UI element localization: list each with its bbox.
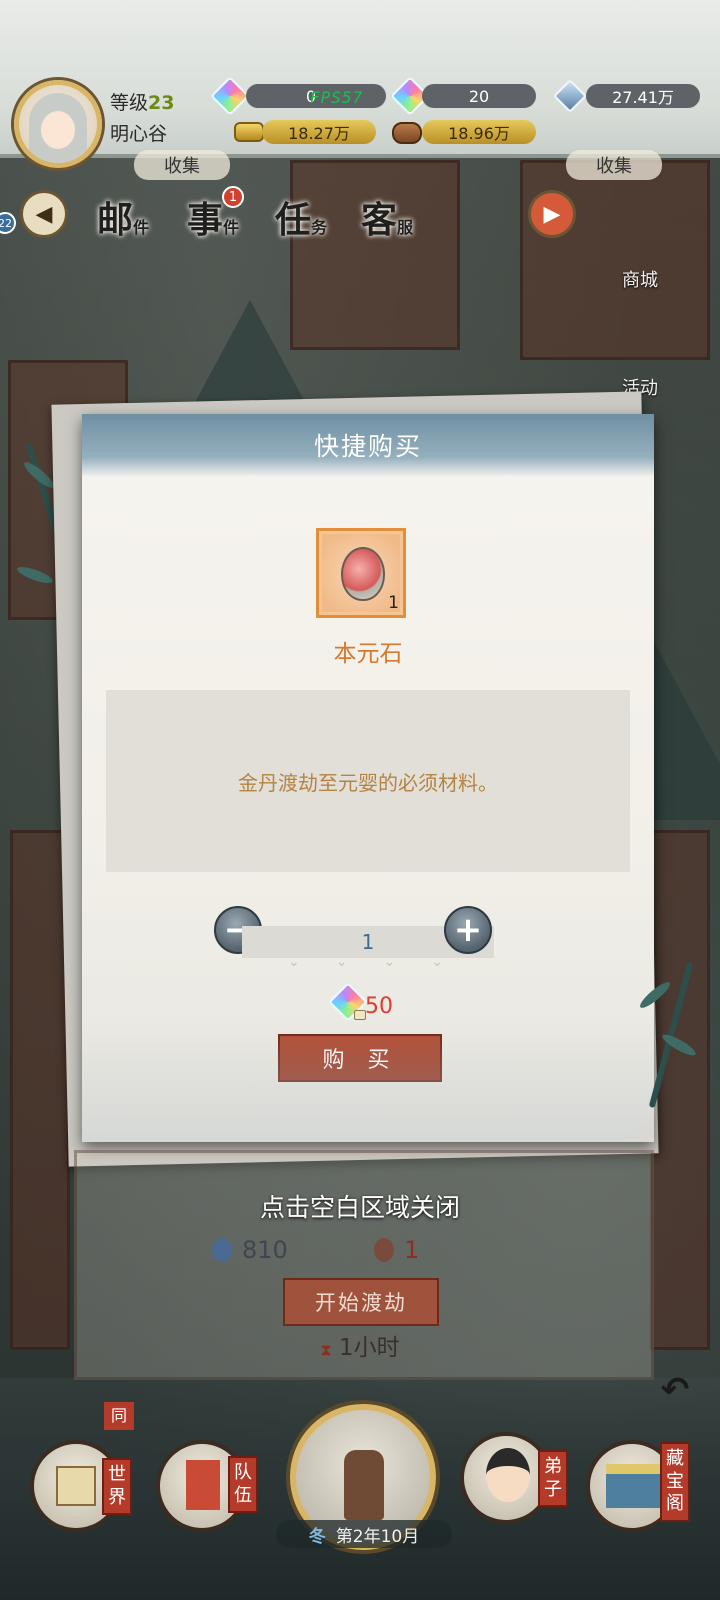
cost-crystal: 810 bbox=[212, 1236, 288, 1264]
plus-icon: + bbox=[453, 910, 483, 950]
quantity-plus-button[interactable]: + bbox=[444, 906, 492, 954]
scroll-map-icon bbox=[56, 1466, 96, 1506]
mail-main-glyph: 邮 bbox=[96, 199, 133, 241]
item-description: 金丹渡劫至元婴的必须材料。 bbox=[238, 770, 498, 795]
start-tribulation-button[interactable]: 开始渡劫 bbox=[283, 1278, 439, 1326]
scroll-left-button[interactable]: ◀ bbox=[20, 190, 68, 238]
item-description-box: 金丹渡劫至元婴的必须材料。 bbox=[106, 690, 630, 872]
duration-value: 1小时 bbox=[338, 1335, 400, 1361]
service-button[interactable]: 客服 bbox=[348, 184, 426, 250]
gold-value: 18.27万 bbox=[288, 124, 350, 143]
collect-tag-left[interactable]: 收集 bbox=[134, 150, 230, 180]
disciple-label: 弟子 bbox=[538, 1450, 568, 1507]
date-display: 冬 第2年10月 bbox=[276, 1520, 452, 1548]
item-slot-count: 1 bbox=[388, 593, 399, 613]
gem-icon bbox=[210, 76, 250, 116]
stone-cost-icon bbox=[374, 1238, 394, 1262]
wood-counter[interactable]: 18.96万 bbox=[422, 120, 536, 144]
player-avatar[interactable] bbox=[14, 80, 102, 168]
mail-button[interactable]: 邮件 bbox=[84, 184, 162, 250]
hourglass-icon: ⧗ bbox=[320, 1340, 332, 1359]
tasks-main-glyph: 任 bbox=[274, 199, 311, 241]
crystal-value: 27.41万 bbox=[612, 88, 674, 107]
tasks-button[interactable]: 任务 bbox=[262, 184, 340, 250]
events-main-glyph: 事 bbox=[186, 199, 223, 241]
tasks-sub-glyph: 务 bbox=[311, 218, 328, 237]
events-sub-glyph: 件 bbox=[223, 218, 240, 237]
chevron-left-icon: ◀ bbox=[35, 201, 53, 227]
item-slot[interactable]: 1 bbox=[316, 528, 406, 618]
origin-stone-icon bbox=[341, 547, 385, 601]
service-sub-glyph: 服 bbox=[397, 218, 414, 237]
level-prefix: 等级 bbox=[110, 92, 149, 114]
cost-stone: 1 bbox=[374, 1236, 419, 1264]
gold-counter[interactable]: 18.27万 bbox=[262, 120, 376, 144]
fps-overlay: FPS57 bbox=[310, 88, 364, 107]
winter-tree-icon bbox=[344, 1450, 384, 1520]
level-value: 23 bbox=[148, 92, 175, 114]
cost-crystal-value: 810 bbox=[242, 1236, 288, 1264]
quick-buy-modal: 快捷购买 1 本元石 金丹渡劫至元婴的必须材料。 − 1 + ⌄⌄⌄⌄ 50 购… bbox=[82, 414, 654, 1142]
top-status-bar: 等级23 明心谷 0 FPS57 20 27.41万 18.27万 18.96万 bbox=[0, 0, 720, 168]
wood-value: 18.96万 bbox=[448, 124, 510, 143]
paper-curl-decoration bbox=[626, 1114, 654, 1142]
crystal-cost-icon bbox=[212, 1238, 232, 1262]
mail-sub-glyph: 件 bbox=[133, 218, 150, 237]
service-main-glyph: 客 bbox=[360, 199, 397, 241]
events-badge: 1 bbox=[222, 186, 244, 208]
close-hint[interactable]: 点击空白区域关闭 bbox=[0, 1188, 720, 1224]
wood-log-icon bbox=[392, 122, 422, 152]
season-label: 冬 bbox=[308, 1526, 326, 1547]
shop-label[interactable]: 商城 bbox=[622, 266, 658, 292]
flag-icon bbox=[186, 1460, 220, 1510]
disciple-avatar-icon bbox=[486, 1448, 530, 1502]
avatar-face bbox=[41, 111, 75, 149]
modal-title: 快捷购买 bbox=[313, 432, 422, 461]
crystal-icon bbox=[553, 79, 588, 114]
tribulation-duration: ⧗ 1小时 bbox=[0, 1328, 720, 1362]
gem-bound-counter[interactable]: 20 bbox=[422, 84, 536, 108]
pavilion-icon bbox=[606, 1464, 662, 1508]
team-label: 队伍 bbox=[228, 1456, 258, 1513]
crystal-counter[interactable]: 27.41万 bbox=[586, 84, 700, 108]
modal-mist-decoration bbox=[82, 1022, 654, 1142]
gem-bound-value: 20 bbox=[468, 86, 490, 106]
play-icon: ▶ bbox=[543, 201, 561, 227]
collect-tag-right[interactable]: 收集 bbox=[566, 150, 662, 180]
player-level: 等级23 bbox=[110, 88, 174, 115]
gold-ingot-icon bbox=[234, 122, 264, 152]
chevron-down-icon: ⌄⌄⌄⌄ bbox=[288, 954, 479, 970]
date-label: 第2年10月 bbox=[335, 1526, 420, 1547]
scroll-right-button[interactable]: ▶ bbox=[528, 190, 576, 238]
treasure-label: 藏宝阁 bbox=[660, 1442, 690, 1522]
item-name: 本元石 bbox=[333, 641, 403, 667]
modal-header: 快捷购买 bbox=[82, 414, 654, 476]
player-location: 明心谷 bbox=[110, 123, 168, 145]
tag-small[interactable]: 同 bbox=[104, 1402, 134, 1430]
price-value: 50 bbox=[365, 994, 393, 1019]
cost-stone-value: 1 bbox=[404, 1236, 420, 1264]
return-arrow-icon[interactable]: ↶ bbox=[646, 1370, 704, 1410]
world-label: 世界 bbox=[102, 1458, 132, 1515]
